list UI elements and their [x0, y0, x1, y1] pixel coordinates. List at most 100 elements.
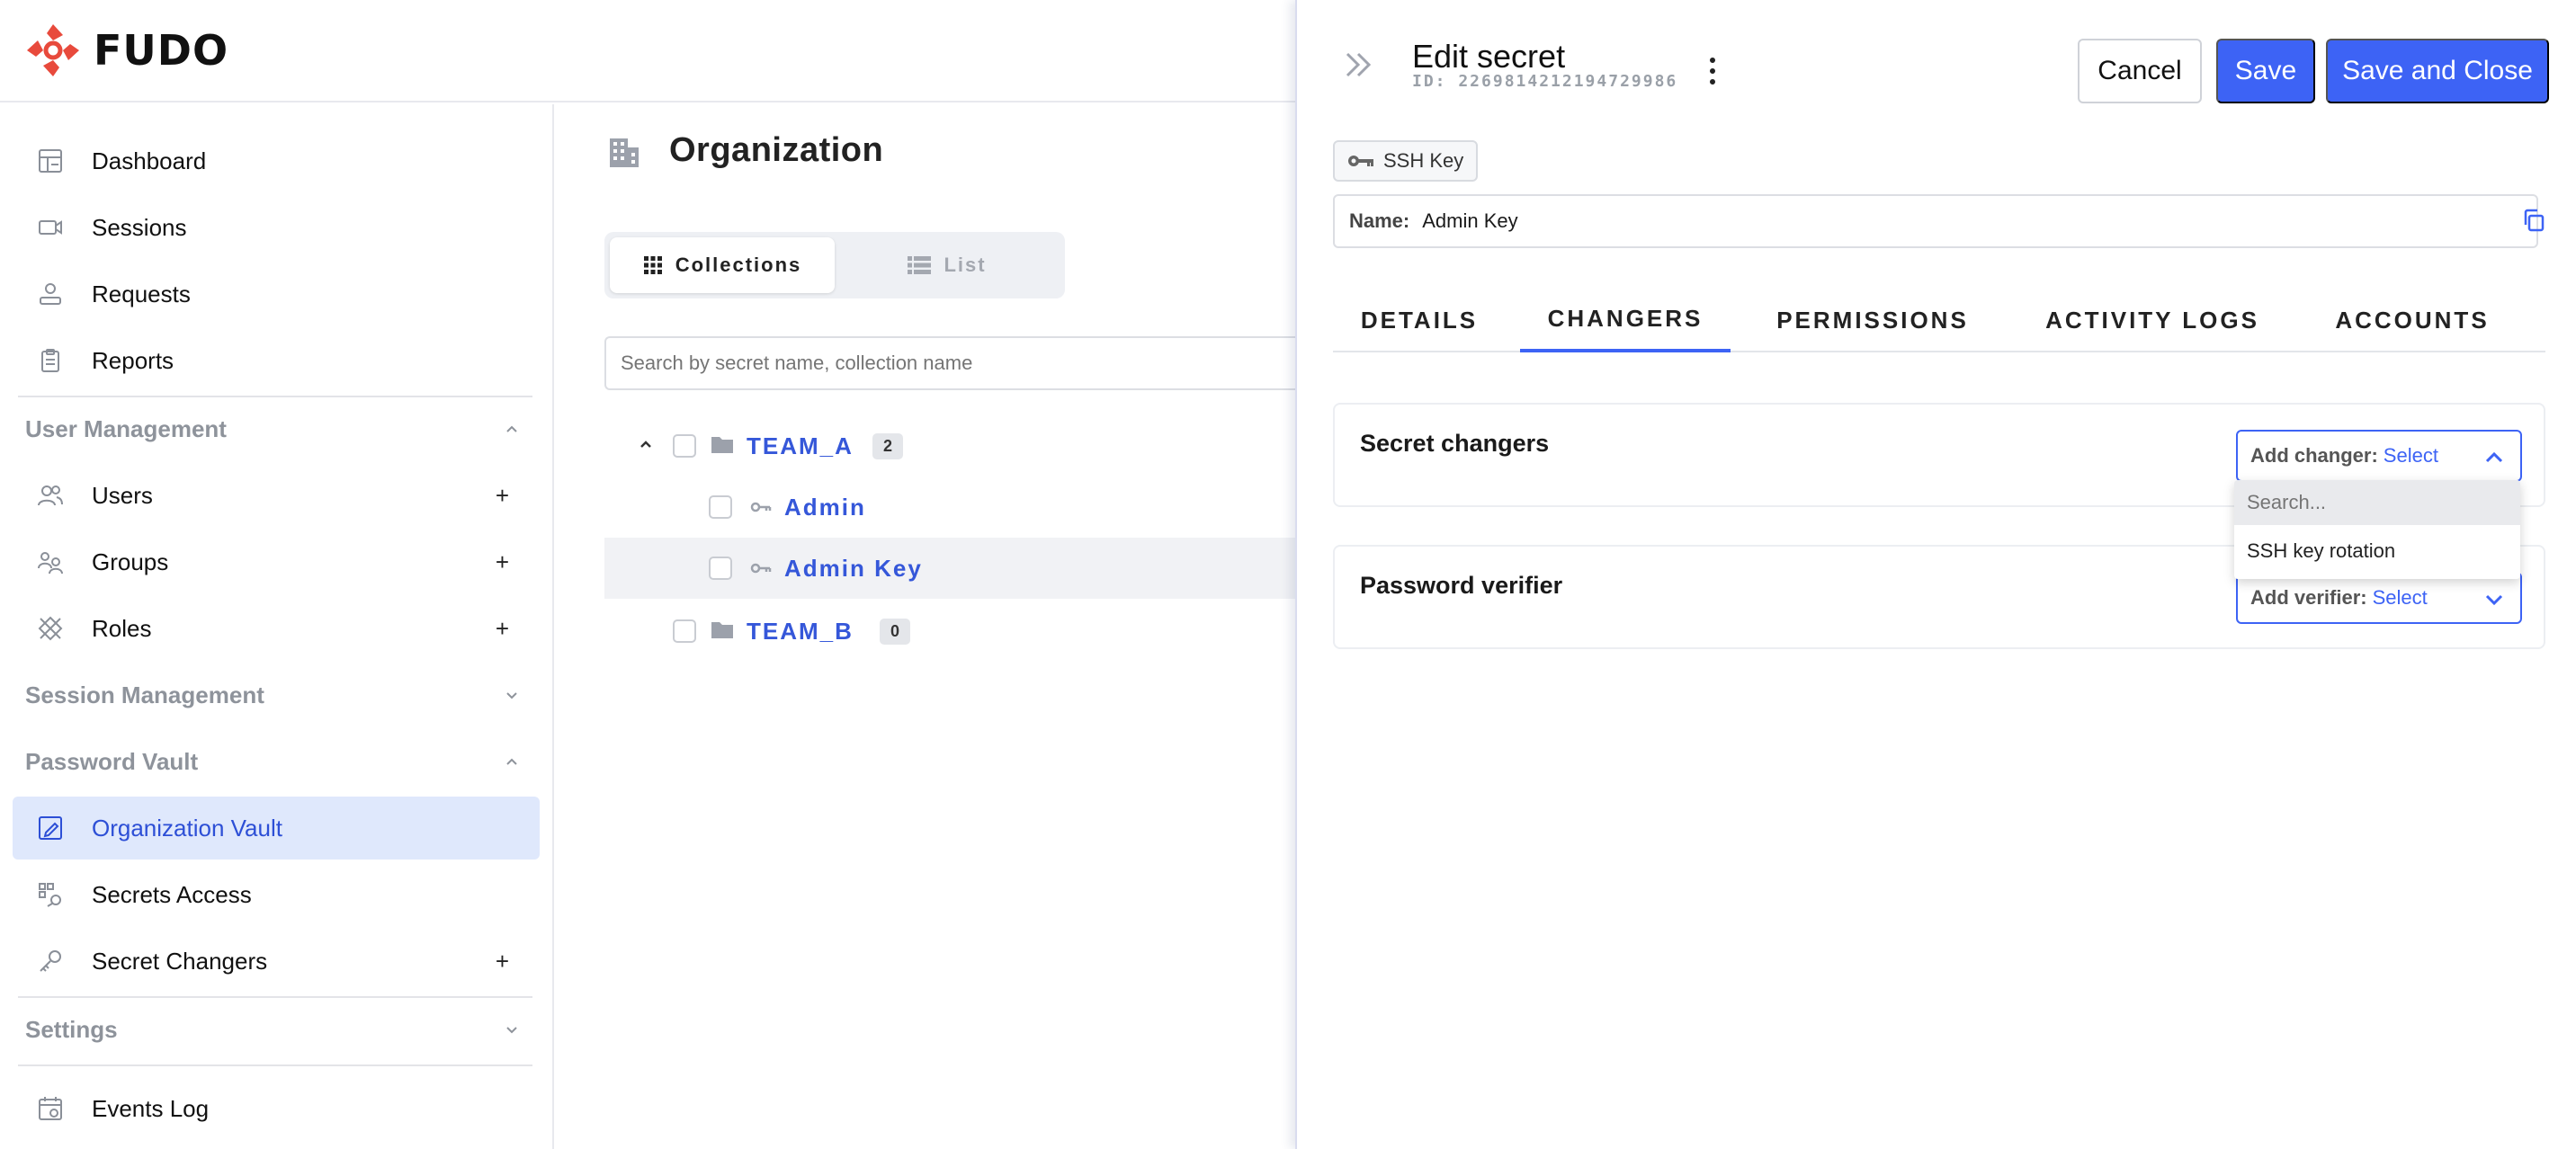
- select-label: Add verifier:: [2250, 586, 2367, 609]
- view-label: Collections: [675, 254, 802, 276]
- add-verifier-select[interactable]: Add verifier: Select: [2236, 572, 2522, 624]
- tab-activity-logs[interactable]: ACTIVITY LOGS: [2022, 288, 2283, 352]
- save-button[interactable]: Save: [2216, 39, 2315, 103]
- sidebar-divider: [18, 996, 532, 998]
- add-user-button[interactable]: +: [496, 482, 509, 510]
- view-collections-button[interactable]: Collections: [610, 237, 835, 293]
- tab-changers[interactable]: CHANGERS: [1520, 288, 1731, 352]
- section-session-management[interactable]: Session Management: [25, 672, 517, 717]
- section-settings[interactable]: Settings: [25, 1007, 517, 1052]
- sidebar-item-label: Requests: [92, 280, 191, 307]
- add-role-button[interactable]: +: [496, 615, 509, 643]
- view-list-button[interactable]: List: [835, 237, 1060, 293]
- section-label: Password Vault: [25, 747, 199, 775]
- sidebar-item-secret-changers[interactable]: Secret Changers +: [13, 930, 540, 993]
- folder-icon: [711, 622, 733, 638]
- key-icon: [750, 563, 772, 574]
- sidebar-item-groups[interactable]: Groups +: [13, 530, 540, 593]
- secret-name-field[interactable]: Name: Admin Key: [1333, 194, 2538, 248]
- checkbox[interactable]: [673, 434, 696, 458]
- page-title-row: Organization: [606, 131, 883, 170]
- sidebar-item-label: Reports: [92, 346, 174, 374]
- section-password-vault[interactable]: Password Vault: [25, 739, 517, 784]
- secrets-access-icon: [36, 880, 65, 909]
- sidebar-item-users[interactable]: Users +: [13, 464, 540, 527]
- tree-row-admin-key[interactable]: Admin Key: [604, 538, 1297, 599]
- section-user-management[interactable]: User Management: [25, 406, 517, 451]
- sidebar-item-label: Secrets Access: [92, 880, 252, 908]
- collapse-drawer-icon[interactable]: [1340, 47, 1376, 83]
- sidebar-item-requests[interactable]: Requests: [13, 263, 540, 325]
- list-icon: [908, 256, 932, 274]
- sidebar-item-organization-vault[interactable]: Organization Vault: [13, 797, 540, 860]
- tree-row-team-b[interactable]: TEAM_B 0: [604, 601, 1297, 662]
- select-value: Select: [2372, 586, 2428, 609]
- key-icon: [750, 502, 772, 512]
- sidebar-divider: [18, 1064, 532, 1066]
- checkbox[interactable]: [709, 557, 732, 580]
- calendar-icon: [36, 1094, 65, 1123]
- secret-type-chip: SSH Key: [1333, 140, 1479, 182]
- clipboard-icon: [36, 346, 65, 375]
- select-label: Add changer:: [2250, 444, 2378, 467]
- count-badge: 0: [880, 618, 911, 645]
- chevron-down-icon: [506, 1027, 517, 1034]
- chevron-down-icon: [506, 692, 517, 699]
- sidebar-item-events-log[interactable]: Events Log: [13, 1077, 540, 1140]
- sidebar-item-label: Dashboard: [92, 147, 207, 174]
- requests-icon: [36, 280, 65, 308]
- secret-name[interactable]: Admin Key: [784, 555, 923, 583]
- secret-id: ID: 2269814212194729986: [1412, 72, 1678, 91]
- tab-permissions[interactable]: PERMISSIONS: [1749, 288, 1997, 352]
- sidebar-item-label: Sessions: [92, 213, 187, 241]
- fudo-logo-icon: [27, 24, 79, 76]
- sidebar-item-dashboard[interactable]: Dashboard: [13, 129, 540, 192]
- chevron-up-icon[interactable]: [637, 435, 655, 453]
- changer-search-input[interactable]: [2234, 480, 2520, 525]
- save-and-close-button[interactable]: Save and Close: [2326, 39, 2549, 103]
- page-title: Organization: [669, 131, 884, 169]
- count-badge: 2: [872, 432, 904, 459]
- building-icon: [610, 138, 639, 167]
- secret-type-label: SSH Key: [1383, 149, 1464, 172]
- tab-accounts[interactable]: ACCOUNTS: [2308, 288, 2517, 352]
- add-changer-select[interactable]: Add changer: Select: [2236, 430, 2522, 482]
- key-icon: [1348, 156, 1373, 166]
- groups-icon: [36, 548, 65, 576]
- fudo-logo[interactable]: FUDO: [25, 22, 228, 78]
- tree-row-admin[interactable]: Admin: [604, 477, 1297, 538]
- dropdown-option-ssh-key-rotation[interactable]: SSH key rotation: [2234, 525, 2520, 577]
- folder-icon: [711, 437, 733, 453]
- edit-secret-drawer: Edit secret ID: 2269814212194729986 Canc…: [1295, 0, 2576, 1149]
- sidebar-item-label: Groups: [92, 548, 169, 575]
- copy-icon[interactable]: [2520, 207, 2547, 234]
- secret-search-input[interactable]: [604, 336, 1306, 390]
- checkbox[interactable]: [709, 495, 732, 519]
- add-secret-changer-button[interactable]: +: [496, 948, 509, 975]
- checkbox[interactable]: [673, 619, 696, 643]
- app-header: FUDO: [0, 0, 1295, 102]
- changer-dropdown: SSH key rotation: [2234, 480, 2520, 579]
- drawer-tabs: DETAILS CHANGERS PERMISSIONS ACTIVITY LO…: [1333, 288, 2545, 352]
- sidebar-item-roles[interactable]: Roles +: [13, 597, 540, 660]
- collection-name[interactable]: TEAM_B: [747, 618, 854, 646]
- sidebar-item-label: Users: [92, 481, 153, 509]
- sidebar-item-label: Roles: [92, 614, 152, 642]
- video-icon: [36, 213, 65, 242]
- tab-details[interactable]: DETAILS: [1333, 288, 1506, 352]
- dashboard-icon: [36, 147, 65, 175]
- more-options-icon[interactable]: [1705, 56, 1720, 86]
- card-title: Secret changers: [1360, 430, 1550, 457]
- card-title: Password verifier: [1360, 572, 1563, 599]
- key-icon: [36, 947, 65, 975]
- section-label: User Management: [25, 414, 227, 442]
- secret-name[interactable]: Admin: [784, 494, 866, 521]
- add-group-button[interactable]: +: [496, 548, 509, 576]
- tree-row-team-a[interactable]: TEAM_A 2: [604, 415, 1297, 477]
- sidebar-item-label: Secret Changers: [92, 947, 268, 975]
- cancel-button[interactable]: Cancel: [2078, 39, 2202, 103]
- collection-name[interactable]: TEAM_A: [747, 432, 854, 460]
- sidebar-item-secrets-access[interactable]: Secrets Access: [13, 863, 540, 926]
- sidebar-item-sessions[interactable]: Sessions: [13, 196, 540, 259]
- sidebar-item-reports[interactable]: Reports: [13, 329, 540, 392]
